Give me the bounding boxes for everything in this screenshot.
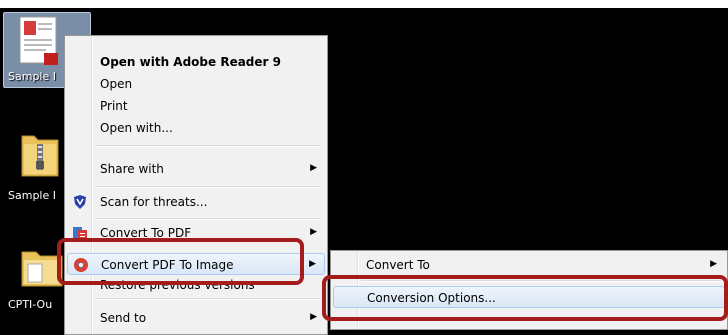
submenu-item-convert-to[interactable]: Convert To ▶ (333, 254, 725, 276)
submenu-arrow-icon: ▶ (710, 259, 717, 269)
menu-item-scan-for-threats[interactable]: Scan for threats... (67, 191, 325, 213)
callout-conversion-options (322, 275, 728, 321)
desktop-icon-label: Sample I (8, 189, 56, 202)
desktop-icon-label: CPTI-Ou (8, 298, 53, 311)
menu-item-label: Share with (100, 162, 164, 176)
callout-convert-pdf-to-image (57, 238, 304, 285)
submenu-arrow-icon: ▶ (310, 312, 317, 322)
menu-separator (95, 186, 321, 188)
submenu-arrow-icon: ▶ (310, 163, 317, 173)
menu-item-open-with-adobe-reader[interactable]: Open with Adobe Reader 9 (67, 51, 325, 73)
menu-item-label: Open with... (100, 121, 173, 135)
menu-item-open[interactable]: Open (67, 73, 325, 95)
top-band (0, 0, 728, 8)
submenu-arrow-icon: ▶ (309, 259, 316, 269)
menu-item-open-with[interactable]: Open with... (67, 117, 325, 139)
menu-item-label: Print (100, 99, 128, 113)
menu-item-label: Open (100, 77, 133, 91)
menu-separator (95, 218, 321, 220)
submenu-arrow-icon: ▶ (310, 227, 317, 237)
menu-item-label: Scan for threats... (100, 195, 208, 209)
menu-item-print[interactable]: Print (67, 95, 325, 117)
pdf-document-icon (19, 16, 58, 65)
desktop-icon-label: Sample I (8, 70, 56, 83)
menu-item-label: Convert To (366, 258, 430, 272)
menu-separator (95, 298, 321, 300)
context-menu: Open with Adobe Reader 9 Open Print Open… (64, 35, 328, 335)
menu-separator (95, 145, 321, 147)
menu-item-send-to[interactable]: Send to ▶ (67, 307, 325, 329)
menu-item-share-with[interactable]: Share with ▶ (67, 158, 325, 180)
shield-icon (74, 195, 86, 209)
zip-folder-icon (21, 135, 59, 177)
menu-item-label: Open with Adobe Reader 9 (100, 55, 281, 69)
